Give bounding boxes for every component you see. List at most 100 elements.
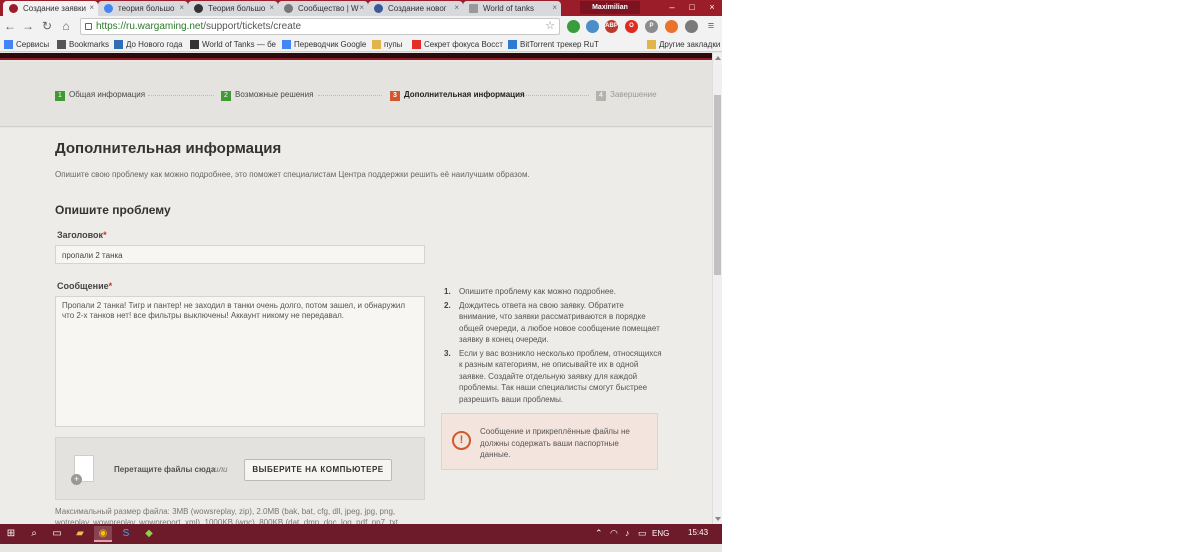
browser-tab[interactable]: теория большо ×: [98, 1, 188, 16]
step-number: 1: [55, 91, 65, 101]
bookmark-item[interactable]: BitTorrent трекер RuT: [508, 39, 599, 50]
extension-orange-icon[interactable]: [665, 20, 678, 33]
folder-icon: [647, 40, 656, 49]
max-file-size-text: Максимальный размер файла: 3MB (wowsrepl…: [55, 507, 398, 524]
windows-taskbar: ⊞ ⌕ ▭ ▰ ◉ S ◆ ⌃ ◠ ♪ ▭ ENG 15:43: [0, 524, 722, 544]
progress-steps: 1 Общая информация 2 Возможные решения 3 До…: [0, 62, 712, 127]
extension-green-icon[interactable]: [567, 20, 580, 33]
step-divider: [524, 95, 589, 96]
browser-tab[interactable]: Создание новог ×: [368, 1, 463, 16]
list-item: 1. Опишите проблему как можно подробнее.: [444, 287, 616, 296]
shield-favicon-icon: [284, 4, 293, 13]
tab-label: Сообщество | W: [298, 4, 359, 13]
profile-button[interactable]: Maximilian: [580, 1, 640, 14]
bookmark-star-icon[interactable]: ☆: [545, 19, 555, 34]
page-title: Дополнительная информация: [55, 140, 282, 157]
document-favicon-icon: [469, 4, 478, 13]
step-number: 2: [221, 91, 231, 101]
extension-blue-icon[interactable]: [586, 20, 599, 33]
browser-tab[interactable]: World of tanks ×: [463, 1, 561, 16]
subject-input[interactable]: пропали 2 танка: [55, 245, 425, 264]
close-icon[interactable]: ×: [179, 3, 184, 12]
message-label: Сообщение*: [57, 281, 113, 291]
close-icon[interactable]: ×: [269, 3, 274, 12]
network-icon[interactable]: ◠: [610, 528, 618, 539]
volume-icon[interactable]: ♪: [625, 528, 630, 538]
apps-icon: [4, 40, 13, 49]
close-icon[interactable]: ×: [454, 3, 459, 12]
bookmark-item[interactable]: Bookmarks: [57, 39, 109, 50]
tray-expand-icon[interactable]: ⌃: [595, 528, 603, 539]
bookmark-item[interactable]: Другие закладки: [647, 39, 720, 50]
back-icon[interactable]: ←: [3, 19, 17, 33]
page-viewport: 1 Общая информация 2 Возможные решения 3 До…: [0, 53, 712, 524]
close-icon[interactable]: ×: [359, 3, 364, 12]
tab-label: Создание новог: [388, 4, 447, 13]
message-textarea[interactable]: Пропали 2 танка! Тигр и пантер! не заход…: [55, 296, 425, 427]
reload-icon[interactable]: ↻: [40, 19, 54, 33]
translate-icon: [282, 40, 291, 49]
section-title: Опишите проблему: [55, 203, 171, 217]
skype-icon[interactable]: S: [117, 526, 135, 542]
adblock-icon[interactable]: ABP: [605, 20, 618, 33]
close-icon[interactable]: ×: [89, 3, 94, 12]
taskbar-clock[interactable]: 15:43: [688, 528, 708, 537]
chrome-icon[interactable]: ◉: [94, 526, 112, 542]
step-label: Завершение: [610, 90, 657, 99]
bookmark-item[interactable]: Секрет фокуса Восст: [412, 39, 503, 50]
step-general-info[interactable]: 1 Общая информация: [55, 90, 145, 101]
bookmark-item[interactable]: Сервисы: [4, 39, 49, 50]
globe-icon[interactable]: [685, 20, 698, 33]
page-icon: [114, 40, 123, 49]
notification-icon[interactable]: ▭: [638, 528, 647, 539]
browser-tab[interactable]: Сообщество | W ×: [278, 1, 368, 16]
close-icon[interactable]: ×: [552, 3, 557, 12]
choose-file-button[interactable]: ВЫБЕРИТЕ НА КОМПЬЮТЕРЕ: [244, 459, 392, 481]
browser-tab[interactable]: Создание заявки ×: [3, 1, 98, 16]
drop-files-text: Перетащите файлы сюда: [114, 465, 216, 474]
wargaming-favicon-icon: [9, 4, 18, 13]
task-view-icon[interactable]: ▭: [48, 526, 66, 542]
warning-text: Сообщение и прикреплённые файлы не должн…: [480, 427, 630, 459]
game-app-icon[interactable]: ◆: [140, 526, 158, 542]
bookmark-item[interactable]: Переводчик Google: [282, 39, 366, 50]
bookmarks-bar: Сервисы Bookmarks До Нового года World o…: [0, 37, 722, 52]
step-additional-info: 3 Дополнительная информация: [390, 90, 525, 101]
file-add-icon: +: [71, 455, 94, 485]
maximize-icon[interactable]: □: [682, 0, 702, 14]
required-mark: *: [108, 281, 113, 291]
menu-icon[interactable]: ≡: [704, 19, 718, 33]
bookmark-item[interactable]: пупы: [372, 39, 402, 50]
step-possible-solutions[interactable]: 2 Возможные решения: [221, 90, 313, 101]
window-close-icon[interactable]: ×: [702, 0, 722, 14]
browser-tab[interactable]: Теория большо ×: [188, 1, 278, 16]
page-favicon-icon: [374, 4, 383, 13]
drop-or-text: или: [214, 465, 228, 474]
bookmark-item[interactable]: World of Tanks — бе: [190, 39, 276, 50]
lock-icon: [85, 23, 92, 30]
file-upload-dropzone[interactable]: + Перетащите файлы сюда или ВЫБЕРИТЕ НА …: [55, 437, 425, 500]
step-label: Возможные решения: [235, 90, 314, 99]
page-favicon-icon: [194, 4, 203, 13]
tips-list: 1. Опишите проблему как можно подробнее. …: [444, 286, 664, 407]
warning-box: ! Сообщение и прикреплённые файлы не дол…: [441, 413, 658, 470]
site-header-strip: [0, 53, 712, 60]
language-indicator[interactable]: ENG: [652, 529, 669, 538]
bookmark-item[interactable]: До Нового года: [114, 39, 183, 50]
star-icon: [57, 40, 66, 49]
home-icon[interactable]: ⌂: [59, 19, 73, 33]
address-bar[interactable]: https://ru.wargaming.net/support/tickets…: [80, 18, 560, 35]
opera-extension-icon[interactable]: O: [625, 20, 638, 33]
windows-start-icon[interactable]: ⊞: [2, 526, 20, 542]
search-icon[interactable]: ⌕: [25, 526, 43, 542]
tab-label: Теория большо: [208, 4, 266, 13]
step-completion: 4 Завершение: [596, 90, 657, 101]
forward-icon[interactable]: →: [21, 19, 35, 33]
pocket-icon[interactable]: P: [645, 20, 658, 33]
minimize-icon[interactable]: –: [662, 0, 682, 14]
scroll-down-icon[interactable]: [715, 517, 721, 521]
page-scrollbar[interactable]: [712, 53, 722, 524]
file-explorer-icon[interactable]: ▰: [71, 526, 89, 542]
scroll-up-icon[interactable]: [715, 56, 721, 60]
scrollbar-thumb[interactable]: [714, 95, 721, 275]
